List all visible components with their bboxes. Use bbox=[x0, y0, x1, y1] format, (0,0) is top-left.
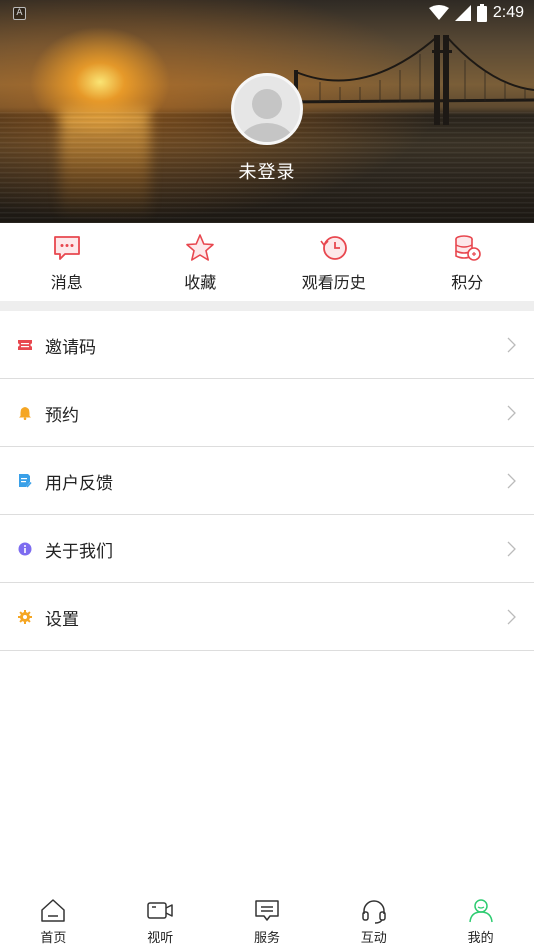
chevron-right-icon bbox=[507, 541, 516, 557]
menu-list: 邀请码 预约 用户反馈 关于我们 设置 bbox=[0, 311, 534, 651]
gear-icon bbox=[18, 610, 32, 624]
battery-icon bbox=[476, 4, 487, 22]
signal-icon bbox=[454, 5, 471, 21]
menu-label: 邀请码 bbox=[45, 338, 96, 358]
menu-item-feedback[interactable]: 用户反馈 bbox=[0, 447, 534, 515]
menu-item-invite-code[interactable]: 邀请码 bbox=[0, 311, 534, 379]
chevron-right-icon bbox=[507, 473, 516, 489]
menu-item-about-us[interactable]: 关于我们 bbox=[0, 515, 534, 583]
nav-interact[interactable]: 互动 bbox=[320, 890, 427, 950]
ticket-icon bbox=[18, 340, 32, 350]
login-status[interactable]: 未登录 bbox=[0, 158, 534, 184]
avatar[interactable] bbox=[231, 73, 303, 145]
nav-home[interactable]: 首页 bbox=[0, 890, 107, 950]
bell-icon bbox=[19, 407, 31, 420]
nav-mine[interactable]: 我的 bbox=[427, 890, 534, 950]
message-icon bbox=[53, 236, 80, 260]
star-icon bbox=[186, 234, 215, 261]
chevron-right-icon bbox=[507, 405, 516, 421]
bridge-silhouette bbox=[280, 35, 534, 125]
notification-icon: A bbox=[13, 7, 26, 20]
nav-label: 互动 bbox=[360, 931, 387, 946]
qa-label: 收藏 bbox=[184, 273, 217, 292]
bottom-nav: 首页 视听 服务 互动 我的 bbox=[0, 890, 534, 950]
qa-points[interactable]: 积分 bbox=[401, 223, 534, 301]
info-icon bbox=[18, 542, 32, 556]
nav-video[interactable]: 视听 bbox=[107, 890, 214, 950]
chevron-right-icon bbox=[507, 337, 516, 353]
feedback-icon bbox=[19, 474, 32, 488]
qa-label: 积分 bbox=[451, 273, 484, 292]
profile-header: A 2:49 未登录 bbox=[0, 0, 534, 223]
chevron-right-icon bbox=[507, 609, 516, 625]
headset-icon bbox=[362, 900, 386, 924]
profile-icon bbox=[468, 899, 493, 923]
menu-label: 关于我们 bbox=[45, 542, 113, 562]
nav-label: 服务 bbox=[253, 931, 280, 946]
qa-label: 消息 bbox=[50, 273, 83, 292]
avatar-head bbox=[252, 89, 282, 119]
nav-label: 我的 bbox=[467, 931, 494, 946]
nav-label: 视听 bbox=[147, 931, 174, 946]
wifi-icon bbox=[428, 5, 449, 20]
menu-label: 设置 bbox=[45, 610, 79, 630]
service-icon bbox=[255, 900, 279, 921]
status-bar: A 2:49 bbox=[0, 0, 534, 26]
menu-item-reservation[interactable]: 预约 bbox=[0, 379, 534, 447]
avatar-body bbox=[240, 123, 294, 142]
nav-label: 首页 bbox=[40, 931, 67, 946]
menu-item-settings[interactable]: 设置 bbox=[0, 583, 534, 651]
menu-label: 预约 bbox=[45, 406, 79, 426]
history-icon bbox=[320, 236, 347, 260]
qa-history[interactable]: 观看历史 bbox=[267, 223, 401, 301]
home-icon bbox=[41, 899, 66, 922]
nav-service[interactable]: 服务 bbox=[214, 890, 321, 950]
qa-favorites[interactable]: 收藏 bbox=[134, 223, 268, 301]
video-icon bbox=[147, 902, 173, 919]
qa-messages[interactable]: 消息 bbox=[0, 223, 134, 301]
menu-label: 用户反馈 bbox=[45, 474, 113, 494]
section-divider bbox=[0, 301, 534, 311]
status-time: 2:49 bbox=[492, 4, 524, 21]
quick-actions: 消息 收藏 观看历史 积分 bbox=[0, 223, 534, 301]
coins-icon bbox=[455, 235, 482, 261]
qa-label: 观看历史 bbox=[301, 273, 366, 292]
